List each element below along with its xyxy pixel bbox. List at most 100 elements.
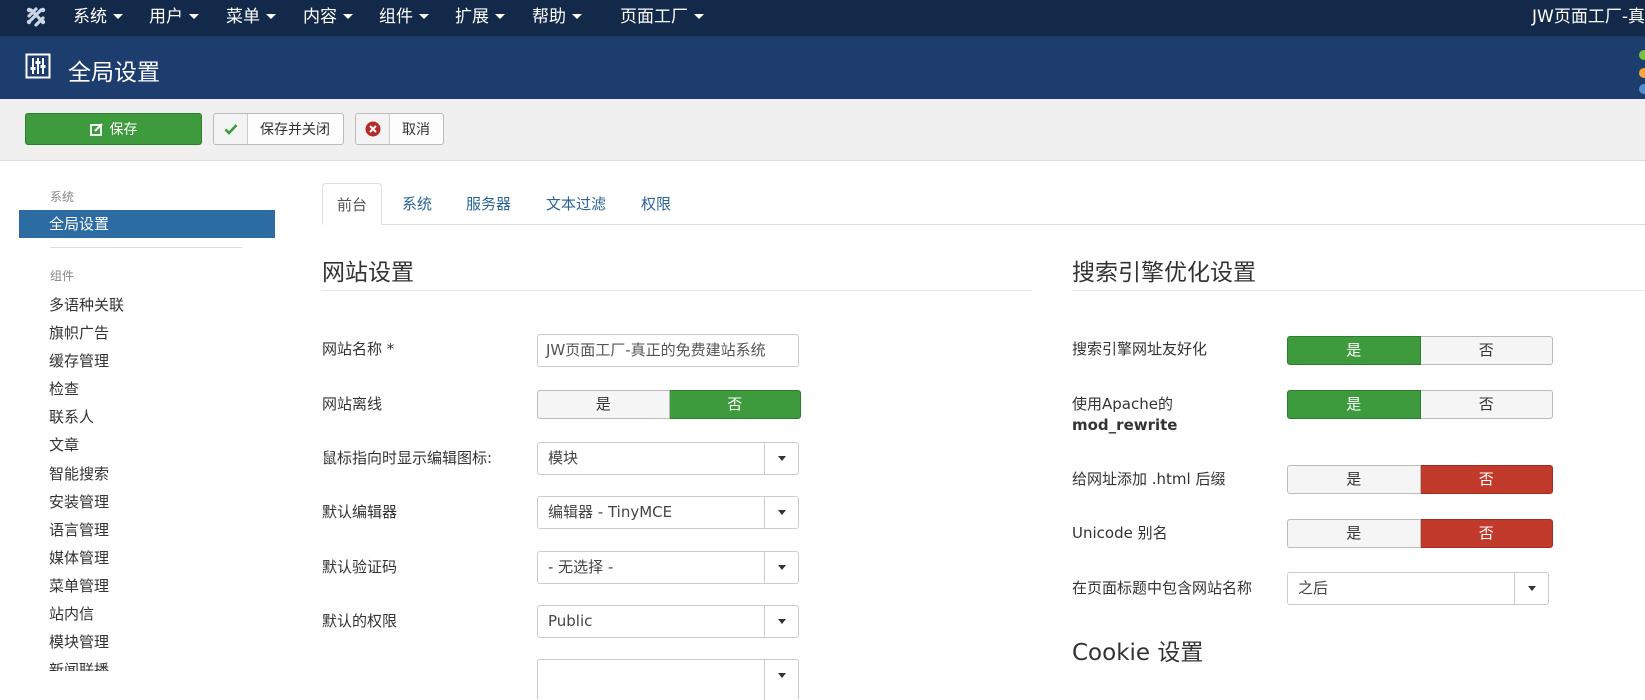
menu-menus[interactable]: 菜单	[226, 0, 276, 37]
sidebar-item-cache[interactable]: 缓存管理	[49, 350, 109, 371]
chevron-down-icon	[1514, 573, 1548, 604]
sitename-in-title-select[interactable]: 之后	[1287, 572, 1549, 605]
chevron-down-icon	[764, 606, 798, 637]
site-settings-rule	[322, 290, 1032, 291]
tab-server[interactable]: 服务器	[466, 183, 511, 225]
offline-label: 网站离线	[322, 395, 383, 413]
unicode-label: Unicode 别名	[1072, 524, 1168, 542]
sidebar-item-menus[interactable]: 菜单管理	[49, 575, 109, 596]
editor-select[interactable]: 编辑器 - TinyMCE	[537, 496, 799, 529]
sidebar-item-media[interactable]: 媒体管理	[49, 547, 109, 568]
suffix-no-option[interactable]: 否	[1420, 465, 1553, 494]
edit-icons-value: 模块	[548, 449, 579, 467]
chevron-down-icon	[764, 443, 798, 474]
save-and-close-button[interactable]: 保存并关闭	[213, 113, 344, 145]
captcha-value: - 无选择 -	[548, 558, 614, 576]
tab-text-filters[interactable]: 文本过滤	[546, 183, 606, 225]
access-select[interactable]: Public	[537, 605, 799, 638]
sidebar-item-checkin[interactable]: 检查	[49, 378, 79, 399]
menu-page-factory[interactable]: 页面工厂	[620, 0, 704, 37]
sidebar-item-global-config[interactable]: 全局设置	[19, 210, 275, 238]
editor-value: 编辑器 - TinyMCE	[548, 503, 673, 521]
rewrite-label: 使用Apache的 mod_rewrite	[1072, 394, 1177, 436]
rewrite-label-line2: mod_rewrite	[1072, 416, 1178, 434]
save-button[interactable]: 保存	[25, 113, 202, 145]
chevron-down-icon	[572, 13, 582, 19]
menu-content[interactable]: 内容	[303, 0, 353, 37]
sef-no-option[interactable]: 否	[1420, 336, 1553, 365]
site-settings-title: 网站设置	[322, 260, 414, 286]
sidebar-item-associations[interactable]: 多语种关联	[49, 294, 124, 315]
save-label: 保存	[109, 122, 138, 138]
tab-permissions[interactable]: 权限	[641, 183, 671, 225]
rewrite-label-line1: 使用Apache的	[1072, 395, 1173, 413]
page-title: 全局设置	[68, 60, 160, 86]
site-link[interactable]: JW页面工厂-真	[1532, 0, 1645, 35]
tabs-divider	[322, 224, 1645, 225]
rewrite-yes-option[interactable]: 是	[1287, 390, 1421, 419]
offline-toggle[interactable]: 是 否	[537, 390, 801, 419]
cancel-button[interactable]: 取消	[355, 113, 444, 145]
chevron-down-icon	[266, 13, 276, 19]
unicode-toggle[interactable]: 是 否	[1287, 519, 1553, 548]
sidebar-heading-components: 组件	[50, 269, 75, 283]
page-header: 全局设置	[0, 37, 1645, 99]
access-value: Public	[548, 612, 593, 630]
seo-settings-rule	[1072, 290, 1645, 291]
suffix-label: 给网址添加 .html 后缀	[1072, 470, 1226, 488]
save-and-close-label: 保存并关闭	[260, 122, 330, 138]
toolbar: 保存 保存并关闭 取消	[0, 99, 1645, 161]
sidebar-item-banners[interactable]: 旗帜广告	[49, 322, 109, 343]
joomla-logo-icon	[1639, 50, 1645, 94]
sidebar-divider	[50, 247, 242, 248]
cookie-settings-title: Cookie 设置	[1072, 640, 1204, 666]
suffix-toggle[interactable]: 是 否	[1287, 465, 1553, 494]
access-label: 默认的权限	[322, 612, 398, 630]
sef-yes-option[interactable]: 是	[1287, 336, 1421, 365]
offline-no-option[interactable]: 否	[669, 390, 801, 419]
sef-label: 搜索引擎网址友好化	[1072, 340, 1208, 358]
cancel-label: 取消	[402, 122, 430, 138]
checkmark-icon	[214, 114, 248, 144]
joomla-logo-icon[interactable]	[24, 5, 48, 31]
sidebar-item-languages[interactable]: 语言管理	[49, 519, 109, 540]
chevron-down-icon	[113, 13, 123, 19]
unicode-no-option[interactable]: 否	[1420, 519, 1553, 548]
chevron-down-icon	[764, 552, 798, 583]
sidebar-heading-system: 系统	[50, 190, 75, 204]
menu-help[interactable]: 帮助	[532, 0, 582, 37]
unicode-yes-option[interactable]: 是	[1287, 519, 1421, 548]
seo-settings-title: 搜索引擎优化设置	[1072, 260, 1256, 286]
tab-site[interactable]: 前台	[322, 183, 383, 225]
menu-extensions[interactable]: 扩展	[455, 0, 505, 37]
rewrite-no-option[interactable]: 否	[1420, 390, 1553, 419]
menu-system[interactable]: 系统	[73, 0, 123, 37]
suffix-yes-option[interactable]: 是	[1287, 465, 1421, 494]
editor-label: 默认编辑器	[322, 503, 398, 521]
sidebar-item-articles[interactable]: 文章	[49, 434, 79, 455]
edit-icons-select[interactable]: 模块	[537, 442, 799, 475]
sidebar-item-newsfeeds[interactable]: 新闻联播	[49, 659, 109, 671]
sidebar-item-contacts[interactable]: 联系人	[49, 406, 94, 427]
sidebar-item-installer[interactable]: 安装管理	[49, 491, 109, 512]
tab-system[interactable]: 系统	[402, 183, 432, 225]
menu-components[interactable]: 组件	[379, 0, 429, 37]
rewrite-toggle[interactable]: 是 否	[1287, 390, 1553, 419]
sef-toggle[interactable]: 是 否	[1287, 336, 1553, 365]
captcha-label: 默认验证码	[322, 558, 398, 576]
sidebar-item-smart-search[interactable]: 智能搜索	[49, 463, 109, 484]
chevron-down-icon	[189, 13, 199, 19]
chevron-down-icon	[764, 497, 798, 528]
sidebar-item-messaging[interactable]: 站内信	[49, 603, 94, 624]
site-name-label: 网站名称 *	[322, 340, 395, 358]
chevron-down-icon	[764, 660, 798, 700]
sidebar-item-modules[interactable]: 模块管理	[49, 631, 109, 652]
edit-icon	[89, 123, 103, 136]
next-select-partial[interactable]	[537, 659, 799, 700]
chevron-down-icon	[343, 13, 353, 19]
site-name-input[interactable]: JW页面工厂-真正的免费建站系统	[537, 334, 799, 367]
menu-users[interactable]: 用户	[149, 0, 199, 37]
offline-yes-option[interactable]: 是	[537, 390, 670, 419]
captcha-select[interactable]: - 无选择 -	[537, 551, 799, 584]
chevron-down-icon	[419, 13, 429, 19]
